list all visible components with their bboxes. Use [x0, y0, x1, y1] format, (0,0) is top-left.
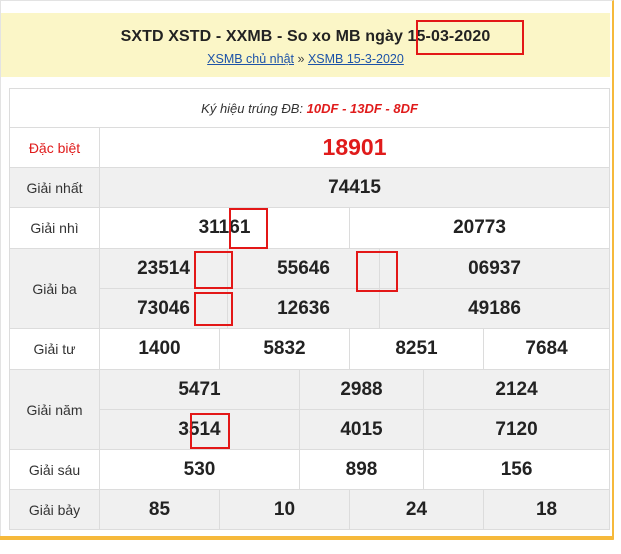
link-xsmb-date[interactable]: XSMB 15-3-2020: [308, 52, 404, 66]
third-number-6: 49186: [378, 288, 611, 329]
fifth-number-3: 2124: [422, 369, 611, 410]
label-sixth: Giải sáu: [9, 449, 100, 490]
title-text: SXTD XSTD - XXMB - So xo MB ngày: [120, 28, 403, 45]
special-number: 18901: [98, 127, 611, 168]
highlight-box-fifth-prize-4: [190, 413, 230, 449]
fourth-number-2: 5832: [219, 328, 350, 370]
third-number-5: 12636: [227, 288, 380, 329]
sixth-number-3: 156: [422, 449, 611, 490]
breadcrumb-separator: »: [297, 52, 305, 66]
second-number-1: 31161: [99, 207, 350, 249]
first-number: 74415: [98, 167, 611, 208]
seventh-number-1: 85: [99, 489, 220, 530]
row-fifth-a: Giải năm 5471 2988 2124: [9, 369, 611, 450]
highlight-box-third-prize-1: [194, 251, 233, 289]
third-number-3: 06937: [378, 248, 611, 289]
row-sixth: Giải sáu 530 898 156: [9, 449, 611, 490]
label-fifth: Giải năm: [9, 369, 100, 450]
highlight-box-third-prize-4: [194, 292, 233, 326]
label-first: Giải nhất: [9, 167, 100, 208]
row-first: Giải nhất 74415: [9, 167, 611, 208]
row-special: Đặc biệt 18901: [9, 127, 611, 168]
seventh-number-3: 24: [349, 489, 484, 530]
row-seventh: Giải bảy 85 10 24 18: [9, 489, 611, 530]
symbol-row: Ký hiệu trúng ĐB: 10DF - 13DF - 8DF: [8, 88, 611, 128]
fifth-number-2: 2988: [299, 369, 424, 410]
label-special: Đặc biệt: [9, 127, 100, 168]
seventh-number-2: 10: [219, 489, 350, 530]
seventh-number-4: 18: [482, 489, 611, 530]
fifth-number-1: 5471: [99, 369, 300, 410]
symbol-label: Ký hiệu trúng ĐB:: [201, 100, 304, 116]
sixth-number-1: 530: [99, 449, 300, 490]
symbol-codes: 10DF - 13DF - 8DF: [306, 100, 418, 116]
results-table: Ký hiệu trúng ĐB: 10DF - 13DF - 8DF Đặc …: [8, 88, 611, 530]
row-third-a: Giải ba 23514 55646 06937: [9, 248, 611, 329]
fifth-number-5: 4015: [299, 409, 424, 450]
highlight-box-second-prize: [229, 208, 268, 249]
bottom-border: [0, 536, 613, 540]
row-third-b: 73046 12636 49186: [10, 288, 611, 329]
label-seventh: Giải bảy: [9, 489, 100, 530]
second-number-2: 20773: [348, 207, 611, 249]
fourth-number-4: 7684: [482, 328, 611, 370]
link-xsmb-sunday[interactable]: XSMB chủ nhật: [207, 52, 294, 66]
row-fourth: Giải tư 1400 5832 8251 7684: [9, 328, 611, 370]
highlight-box-third-prize-2: [356, 251, 398, 292]
fourth-number-1: 1400: [99, 328, 220, 370]
symbol-cell: Ký hiệu trúng ĐB: 10DF - 13DF - 8DF: [8, 88, 611, 128]
fifth-number-6: 7120: [422, 409, 611, 450]
label-third: Giải ba: [9, 248, 100, 329]
highlight-box-date: [416, 20, 524, 55]
label-fourth: Giải tư: [9, 328, 100, 370]
fourth-number-3: 8251: [349, 328, 484, 370]
label-second: Giải nhì: [9, 207, 100, 249]
row-fifth-b: 3514 4015 7120: [10, 409, 611, 450]
sixth-number-2: 898: [299, 449, 424, 490]
row-second: Giải nhì 31161 20773: [9, 207, 611, 249]
